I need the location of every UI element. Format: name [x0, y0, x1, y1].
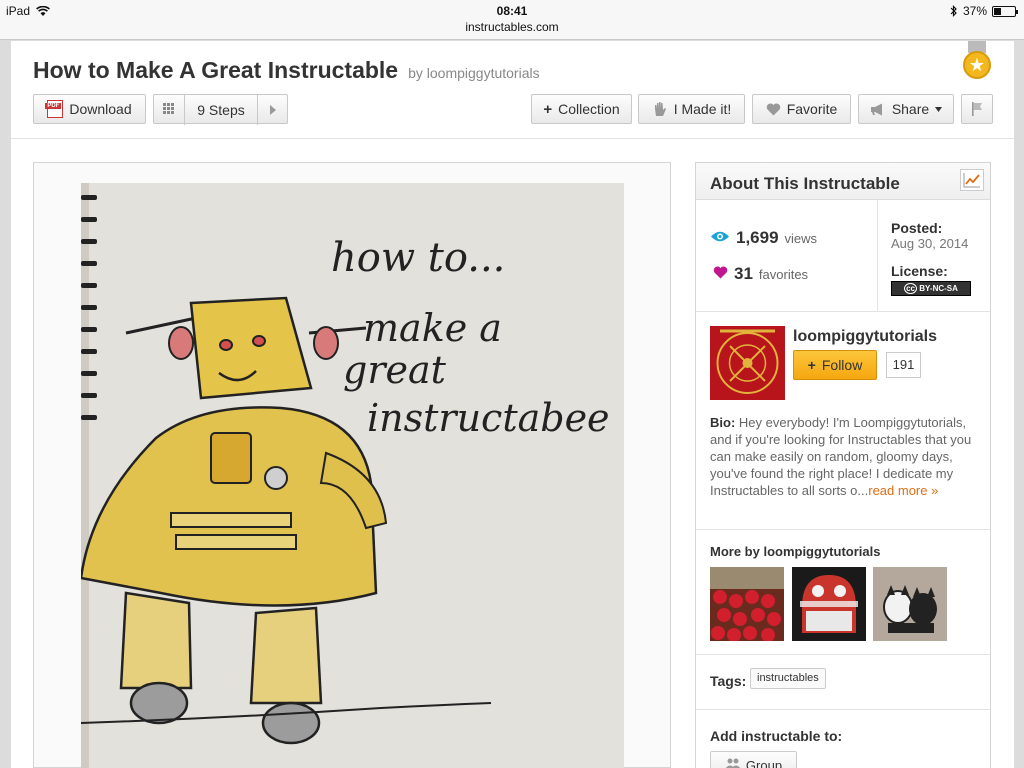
bluetooth-icon: [950, 5, 957, 17]
stats-divider: [877, 200, 878, 312]
favorite-label: Favorite: [786, 101, 838, 117]
about-header: About This Instructable: [696, 163, 990, 200]
toolbar: Download 9 Steps + Collection I Made it!: [33, 94, 993, 125]
line-chart-icon: [963, 173, 980, 188]
license-badge-text: BY-NC-SA: [919, 284, 958, 293]
download-label: Download: [69, 101, 132, 117]
grid-icon: [163, 103, 174, 114]
plus-icon: +: [807, 357, 816, 373]
related-thumbnail[interactable]: [710, 567, 784, 641]
followers-count: 191: [886, 352, 921, 378]
photo-text-instructable: instructabee: [367, 396, 610, 440]
favorites-label: favorites: [758, 267, 809, 282]
flag-icon: [972, 102, 982, 116]
favorites-count: 31: [734, 264, 753, 283]
plus-icon: +: [543, 100, 553, 118]
gryffindor-quidditch-logo: [710, 326, 785, 400]
license-label: License:: [891, 263, 948, 279]
flag-button[interactable]: [961, 94, 993, 124]
author-byline[interactable]: by loompiggytutorials: [408, 65, 540, 81]
i-made-it-label: I Made it!: [673, 101, 732, 117]
author-avatar[interactable]: [710, 326, 785, 400]
heart-icon: [766, 103, 780, 115]
views-count: 1,699: [736, 228, 779, 247]
follow-button[interactable]: + Follow: [793, 350, 877, 380]
photo-text-great: great: [343, 348, 447, 392]
download-button[interactable]: Download: [33, 94, 146, 124]
hand-icon: [654, 102, 666, 116]
group-icon: [725, 758, 741, 768]
title-row: How to Make A Great Instructable by loom…: [33, 57, 540, 84]
posted-date: Aug 30, 2014: [891, 236, 969, 251]
tags-label: Tags:: [710, 673, 747, 689]
about-sidebar: About This Instructable 1,699 views 31 f…: [695, 162, 991, 768]
collection-button[interactable]: + Collection: [531, 94, 632, 124]
steps-label[interactable]: 9 Steps: [185, 102, 257, 118]
favorite-button[interactable]: Favorite: [752, 94, 851, 124]
group-label: Group: [745, 758, 783, 768]
main-image[interactable]: how to... make a great instructabee: [81, 183, 624, 768]
featured-medal-icon: ★: [961, 41, 993, 81]
battery-percent: 37%: [962, 4, 987, 18]
i-made-it-button[interactable]: I Made it!: [638, 94, 745, 124]
author-name[interactable]: loompiggytutorials: [793, 328, 937, 346]
steps-control: 9 Steps: [153, 94, 288, 125]
favorites-stat: 31 favorites: [710, 264, 808, 284]
caret-down-icon: [935, 106, 943, 112]
divider: [257, 95, 258, 125]
status-right: 37%: [950, 4, 1018, 18]
tag-chip[interactable]: instructables: [750, 668, 826, 689]
posted-info: Posted: Aug 30, 2014: [891, 220, 968, 251]
steps-grid-button[interactable]: [163, 103, 174, 114]
robot-drawing: how to... make a great instructabee: [81, 183, 624, 768]
share-label: Share: [891, 101, 930, 117]
tags-block: Tags: instructables: [696, 655, 990, 710]
photo-text-how-to: how to...: [331, 235, 505, 281]
related-thumbnail[interactable]: [792, 567, 866, 641]
add-to-block: Add instructable to: Group: [696, 710, 990, 768]
address-bar-url[interactable]: instructables.com: [0, 20, 1024, 34]
battery-icon: [992, 5, 1018, 17]
posted-label: Posted:: [891, 220, 943, 236]
related-thumbnail[interactable]: [873, 567, 947, 641]
author-bio: Bio: Hey everybody! I'm Loompiggytutoria…: [710, 414, 982, 499]
heart-icon: [713, 266, 728, 279]
ios-status-bar: iPad 08:41 instructables.com 37%: [0, 0, 1024, 40]
stats-chart-button[interactable]: [960, 169, 984, 191]
more-heading: More by loompiggytutorials: [710, 544, 881, 559]
about-heading: About This Instructable: [710, 174, 900, 193]
cc-icon: cc: [904, 283, 917, 294]
collection-label: Collection: [558, 101, 620, 117]
stats-block: 1,699 views 31 favorites Posted: Aug 30,…: [696, 200, 990, 312]
views-label: views: [784, 231, 818, 246]
author-block: loompiggytutorials + Follow 191 Bio: Hey…: [696, 312, 990, 530]
add-to-heading: Add instructable to:: [710, 728, 843, 744]
license-badge[interactable]: cc BY-NC-SA: [891, 281, 971, 296]
battery-level: [994, 7, 1002, 15]
main-image-frame: how to... make a great instructabee: [33, 162, 671, 768]
pixel-art-image: [792, 567, 866, 641]
add-to-group-button[interactable]: Group: [710, 751, 797, 768]
eye-icon: [711, 231, 729, 242]
page-title: How to Make A Great Instructable: [33, 57, 399, 83]
bio-label: Bio:: [710, 415, 736, 430]
star-icon: ★: [963, 51, 991, 79]
cats-image: [873, 567, 947, 641]
page: How to Make A Great Instructable by loom…: [11, 41, 1014, 768]
more-by-author: More by loompiggytutorials: [696, 530, 990, 655]
clock: 08:41: [496, 4, 528, 18]
views-stat: 1,699 views: [710, 228, 817, 248]
chevron-right-icon: [270, 105, 276, 115]
read-more-link[interactable]: read more »: [868, 483, 938, 498]
follow-label: Follow: [821, 357, 863, 373]
header-divider: [11, 138, 1014, 139]
next-step-button[interactable]: [269, 103, 277, 119]
photo-text-make-a: make a: [363, 306, 502, 350]
share-button[interactable]: Share: [858, 94, 954, 124]
strawberries-image: [710, 567, 784, 641]
pdf-icon: [45, 100, 64, 118]
megaphone-icon: [870, 103, 882, 115]
